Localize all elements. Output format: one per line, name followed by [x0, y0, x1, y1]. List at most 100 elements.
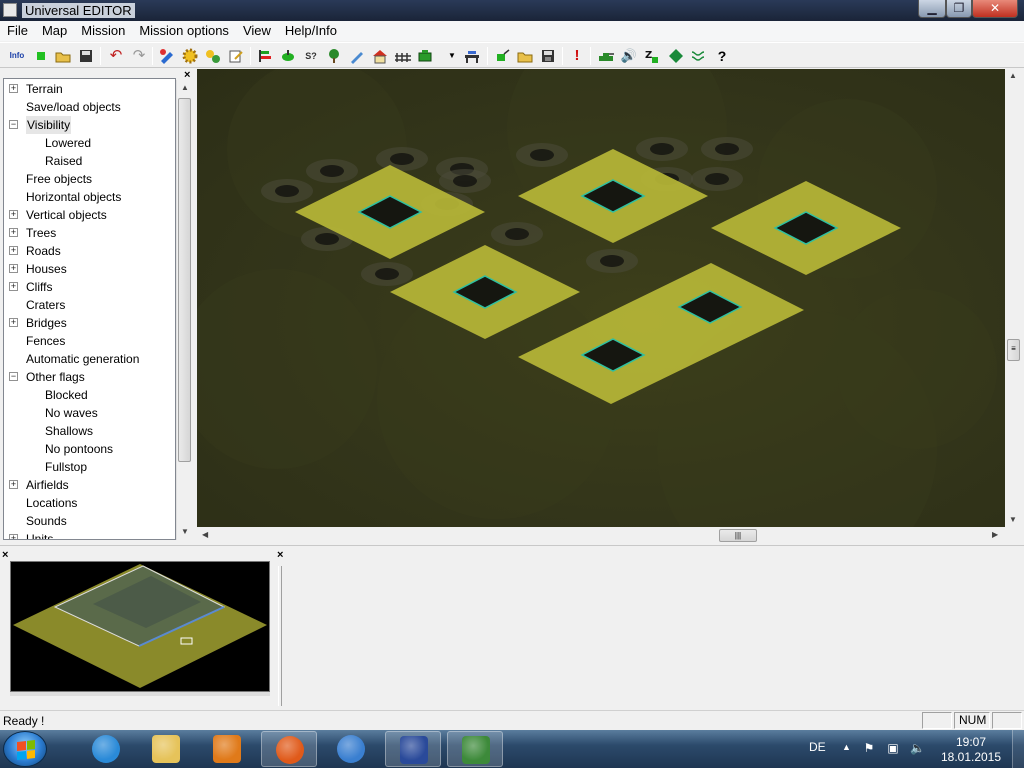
- menu-map[interactable]: Map: [35, 21, 74, 41]
- tree-item[interactable]: Save/load objects: [4, 98, 175, 116]
- tree-expand-icon[interactable]: +: [9, 318, 18, 327]
- tree-item[interactable]: Horizontal objects: [4, 188, 175, 206]
- tree-item[interactable]: Automatic generation: [4, 350, 175, 368]
- tree-expand-icon[interactable]: +: [9, 210, 18, 219]
- taskbar-app-button[interactable]: [78, 731, 134, 767]
- save-icon[interactable]: [77, 47, 95, 65]
- tree-item[interactable]: + Trees: [4, 224, 175, 242]
- green-box-icon[interactable]: [417, 47, 435, 65]
- tree-item[interactable]: + Units: [4, 530, 175, 539]
- scroll-thumb[interactable]: |||: [719, 529, 757, 542]
- minimap[interactable]: [10, 561, 270, 692]
- fence-icon[interactable]: [394, 47, 412, 65]
- map-vertical-scrollbar[interactable]: ▲ ≡ ▼: [1005, 69, 1022, 527]
- minimize-button[interactable]: ▁: [918, 0, 946, 18]
- tree-item[interactable]: − Other flags: [4, 368, 175, 386]
- new-green-icon[interactable]: [32, 47, 50, 65]
- tree-item[interactable]: Craters: [4, 296, 175, 314]
- start-button[interactable]: [3, 731, 47, 767]
- tree-item[interactable]: Raised: [4, 152, 175, 170]
- menu-file[interactable]: File: [0, 21, 35, 41]
- scroll-thumb[interactable]: ≡: [1007, 339, 1020, 361]
- menu-view[interactable]: View: [236, 21, 278, 41]
- scroll-thumb[interactable]: [178, 98, 191, 462]
- tree-item[interactable]: Sounds: [4, 512, 175, 530]
- taskbar-app-button[interactable]: [323, 731, 379, 767]
- tree-item[interactable]: Blocked: [4, 386, 175, 404]
- zz-icon[interactable]: Z: [643, 47, 661, 65]
- tree-expand-icon[interactable]: +: [9, 228, 18, 237]
- taskbar-app-button[interactable]: [385, 731, 441, 767]
- gear-yellow-icon[interactable]: [181, 47, 199, 65]
- info-icon[interactable]: Info: [8, 47, 26, 65]
- tree-item[interactable]: + Roads: [4, 242, 175, 260]
- tree-item[interactable]: + Terrain: [4, 80, 175, 98]
- tree-item[interactable]: − Visibility: [4, 116, 175, 134]
- sound-icon[interactable]: 🔊: [620, 47, 638, 65]
- taskbar-app-button[interactable]: [261, 731, 317, 767]
- tree-item[interactable]: + Houses: [4, 260, 175, 278]
- tree-item[interactable]: Fullstop: [4, 458, 175, 476]
- alert-icon[interactable]: !: [568, 47, 586, 65]
- scroll-down-icon[interactable]: ▼: [177, 524, 193, 540]
- close-button[interactable]: ✕: [972, 0, 1018, 18]
- tree-expand-icon[interactable]: +: [9, 480, 18, 489]
- house-icon[interactable]: [371, 47, 389, 65]
- tree-icon[interactable]: [325, 47, 343, 65]
- scroll-left-icon[interactable]: ◀: [202, 530, 208, 539]
- info-panel-close-icon[interactable]: ×: [277, 549, 283, 561]
- edit-icon[interactable]: [227, 47, 245, 65]
- map-horizontal-scrollbar[interactable]: ◀ ||| ▶: [197, 527, 1005, 544]
- tree-expand-icon[interactable]: +: [9, 534, 18, 539]
- tree-expand-icon[interactable]: +: [9, 246, 18, 255]
- folder-open-icon[interactable]: [516, 47, 534, 65]
- action-center-flag-icon[interactable]: ⚑: [862, 741, 876, 755]
- redo-icon[interactable]: ↷: [130, 47, 148, 65]
- tree-item[interactable]: + Airfields: [4, 476, 175, 494]
- minimap-scrollbar[interactable]: [10, 692, 270, 696]
- volume-icon[interactable]: 🔈: [910, 741, 925, 755]
- clock-time[interactable]: 19:07: [940, 735, 1002, 749]
- map-viewport[interactable]: [197, 69, 1005, 527]
- scroll-down-icon[interactable]: ▼: [1009, 515, 1017, 524]
- diamond-green-icon[interactable]: [667, 47, 685, 65]
- undo-icon[interactable]: ↶: [107, 47, 125, 65]
- title-bar[interactable]: Universal EDITOR ▁ ❐ ✕: [0, 0, 1024, 21]
- menu-mission-options[interactable]: Mission options: [132, 21, 236, 41]
- green-export-icon[interactable]: [494, 47, 512, 65]
- maximize-button[interactable]: ❐: [946, 0, 972, 18]
- menu-help-info[interactable]: Help/Info: [278, 21, 344, 41]
- taskbar-app-button[interactable]: [447, 731, 503, 767]
- bridge-icon[interactable]: [463, 47, 481, 65]
- tree-item[interactable]: + Cliffs: [4, 278, 175, 296]
- open-folder-icon[interactable]: [54, 47, 72, 65]
- tree-item[interactable]: Shallows: [4, 422, 175, 440]
- tree-expand-icon[interactable]: +: [9, 282, 18, 291]
- scroll-right-icon[interactable]: ▶: [992, 530, 998, 539]
- map-canvas[interactable]: [197, 69, 1005, 527]
- flag-bar-icon[interactable]: [256, 47, 274, 65]
- tree-item[interactable]: + Vertical objects: [4, 206, 175, 224]
- panel-divider[interactable]: [278, 566, 282, 706]
- green-dot-icon[interactable]: [279, 47, 297, 65]
- scroll-up-icon[interactable]: ▲: [177, 80, 193, 96]
- tree-expand-icon[interactable]: +: [9, 84, 18, 93]
- pencil-icon[interactable]: [348, 47, 366, 65]
- wave-icon[interactable]: [689, 47, 707, 65]
- taskbar-app-button[interactable]: [199, 731, 255, 767]
- tree-item[interactable]: No pontoons: [4, 440, 175, 458]
- help-icon[interactable]: ?: [713, 47, 731, 65]
- gears-icon[interactable]: [204, 47, 222, 65]
- show-desktop-button[interactable]: [1012, 730, 1024, 768]
- tree-collapse-icon[interactable]: −: [9, 372, 18, 381]
- clock-date[interactable]: 18.01.2015: [940, 750, 1002, 764]
- tree-item[interactable]: Lowered: [4, 134, 175, 152]
- tree-item[interactable]: Fences: [4, 332, 175, 350]
- tank-icon[interactable]: [597, 47, 615, 65]
- tree-collapse-icon[interactable]: −: [9, 120, 18, 129]
- taskbar-app-button[interactable]: [138, 731, 194, 767]
- tree-item[interactable]: No waves: [4, 404, 175, 422]
- network-icon[interactable]: ▣: [886, 741, 900, 755]
- tree-scrollbar[interactable]: ▲ ▼: [176, 80, 192, 540]
- spawn-icon[interactable]: S?: [302, 47, 320, 65]
